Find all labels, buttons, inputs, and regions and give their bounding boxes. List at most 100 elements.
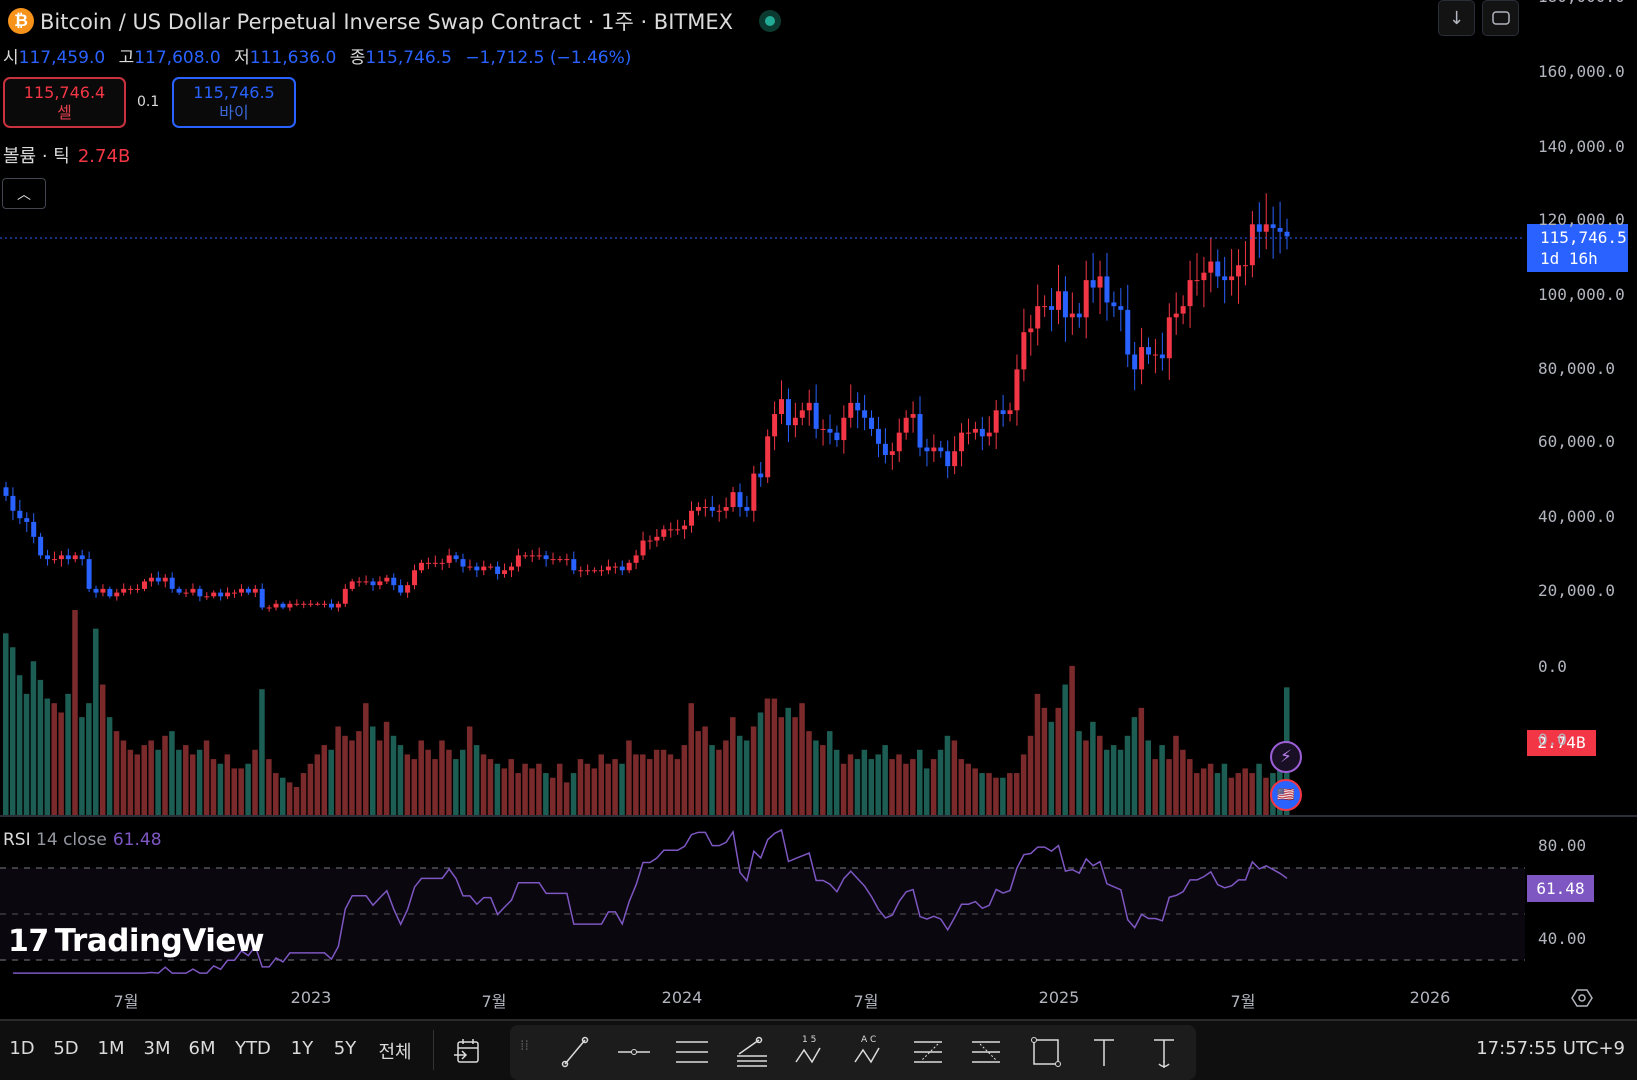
candle-body — [273, 603, 279, 608]
candle-body — [571, 559, 577, 571]
candle-body — [869, 417, 875, 429]
candle-body — [135, 588, 141, 590]
volume-bar — [820, 745, 826, 815]
change-value: −1,712.5 (−1.46%) — [465, 48, 632, 68]
tool-trend-line-button[interactable] — [555, 1034, 595, 1070]
tool-anchored-text-button[interactable] — [1144, 1034, 1184, 1070]
candle-body — [841, 417, 847, 441]
symbol-title[interactable]: ₿ Bitcoin / US Dollar Perpetual Inverse … — [8, 6, 781, 36]
buy-button[interactable]: 115,746.5 바이 — [172, 77, 296, 128]
volume-bar — [903, 763, 909, 815]
volume-bar — [1166, 759, 1172, 815]
candle-body — [598, 570, 604, 572]
volume-legend-label: 볼륨 · 틱 — [3, 146, 70, 167]
candle-body — [675, 529, 681, 531]
candle-body — [1249, 224, 1255, 266]
volume-bar — [23, 693, 30, 815]
tool-parallel-channel-button[interactable] — [672, 1034, 712, 1070]
tool-rectangle-button[interactable] — [1026, 1034, 1066, 1070]
candle-body — [875, 428, 881, 444]
order-quantity[interactable]: 0.1 — [137, 94, 159, 110]
clock[interactable]: 17:57:55 UTC+9 — [1476, 1038, 1625, 1059]
volume-bar — [266, 759, 272, 815]
trend-line-icon — [561, 1036, 589, 1068]
candle-body — [979, 428, 985, 437]
volume-bar — [183, 745, 189, 815]
tool-short-position-button[interactable] — [966, 1034, 1006, 1070]
candle-body — [1180, 306, 1186, 314]
tool-fib-retracement-button[interactable] — [731, 1034, 771, 1070]
tradingview-logo[interactable]: 𝟭𝟳 TradingView — [8, 923, 265, 959]
toolbar-divider — [433, 1030, 434, 1070]
tool-text-button[interactable] — [1084, 1034, 1124, 1070]
last-price-value: 115,746.5 — [1540, 228, 1627, 247]
volume-bar — [1041, 707, 1048, 815]
volume-bar — [626, 740, 632, 815]
volume-bar — [854, 759, 861, 815]
goto-date-button[interactable] — [452, 1036, 484, 1072]
candle-body — [453, 555, 459, 560]
candle-body — [439, 562, 445, 564]
volume-bar — [432, 759, 438, 815]
candle-body — [38, 536, 44, 556]
candle-body — [820, 428, 826, 430]
volume-bar — [141, 745, 147, 815]
volume-bar — [875, 754, 881, 815]
volume-bar — [917, 749, 923, 815]
market-status-icon[interactable] — [759, 10, 781, 32]
candle-body — [855, 402, 861, 411]
scroll-to-realtime-button[interactable]: ↓ — [1438, 0, 1475, 36]
candle-body — [529, 555, 535, 557]
volume-bar — [1256, 763, 1262, 815]
collapse-legend-button[interactable]: ︿ — [2, 178, 46, 209]
chart-canvas[interactable] — [0, 0, 1637, 1080]
period-button-ytd[interactable]: YTD — [235, 1038, 271, 1059]
volume-bar — [1124, 735, 1131, 815]
drag-handle-icon[interactable]: ⁞⁞ — [520, 1039, 529, 1053]
candle-body — [1076, 313, 1082, 318]
candle-body — [723, 507, 729, 511]
period-button-5d[interactable]: 5D — [53, 1038, 78, 1059]
period-button-1m[interactable]: 1M — [98, 1038, 125, 1059]
tool-xabcd-pattern-button[interactable]: 1 5 — [790, 1034, 830, 1070]
volume-bar — [653, 749, 660, 815]
volume-bar — [1159, 745, 1165, 815]
volume-bar — [1138, 707, 1145, 815]
candle-body — [1090, 280, 1096, 288]
volume-bar — [1069, 665, 1075, 815]
volume-bar — [771, 698, 778, 815]
chart-settings-icon[interactable] — [1570, 988, 1594, 1012]
volume-legend[interactable]: 볼륨 · 틱 2.74B — [3, 142, 130, 168]
period-button-1y[interactable]: 1Y — [291, 1038, 313, 1059]
volume-bar — [466, 726, 473, 815]
period-button-3m[interactable]: 3M — [144, 1038, 171, 1059]
us-flag-event-icon[interactable]: 🇺🇸 — [1270, 779, 1302, 811]
fullscreen-button[interactable] — [1482, 0, 1519, 36]
sell-price: 115,746.4 — [23, 83, 106, 102]
period-button-6m[interactable]: 6M — [189, 1038, 216, 1059]
rsi-legend[interactable]: RSI 14 close 61.48 — [3, 830, 162, 850]
candle-body — [72, 555, 78, 560]
candle-body — [502, 570, 508, 574]
tool-long-position-button[interactable] — [908, 1034, 948, 1070]
volume-bar — [279, 777, 286, 815]
candle-body — [432, 562, 438, 564]
tool-horizontal-ray-button[interactable] — [614, 1034, 654, 1070]
period-button-1d[interactable]: 1D — [9, 1038, 34, 1059]
candle-body — [190, 588, 196, 593]
candle-body — [1111, 302, 1117, 307]
volume-bar — [335, 726, 341, 815]
sell-button[interactable]: 115,746.4 셀 — [3, 77, 126, 128]
volume-bar — [293, 787, 300, 815]
candle-body — [952, 451, 958, 467]
volume-bar — [605, 763, 611, 815]
lightning-event-icon[interactable]: ⚡ — [1270, 741, 1302, 773]
volume-bar — [1103, 749, 1110, 815]
candle-body — [910, 414, 916, 418]
period-button-전체[interactable]: 전체 — [378, 1038, 411, 1064]
candle-body — [315, 603, 321, 605]
period-button-5y[interactable]: 5Y — [334, 1038, 356, 1059]
volume-bar — [633, 754, 639, 815]
tool-abcd-pattern-button[interactable]: A C — [849, 1034, 889, 1070]
rsi-axis-80: 80.00 — [1538, 836, 1587, 855]
